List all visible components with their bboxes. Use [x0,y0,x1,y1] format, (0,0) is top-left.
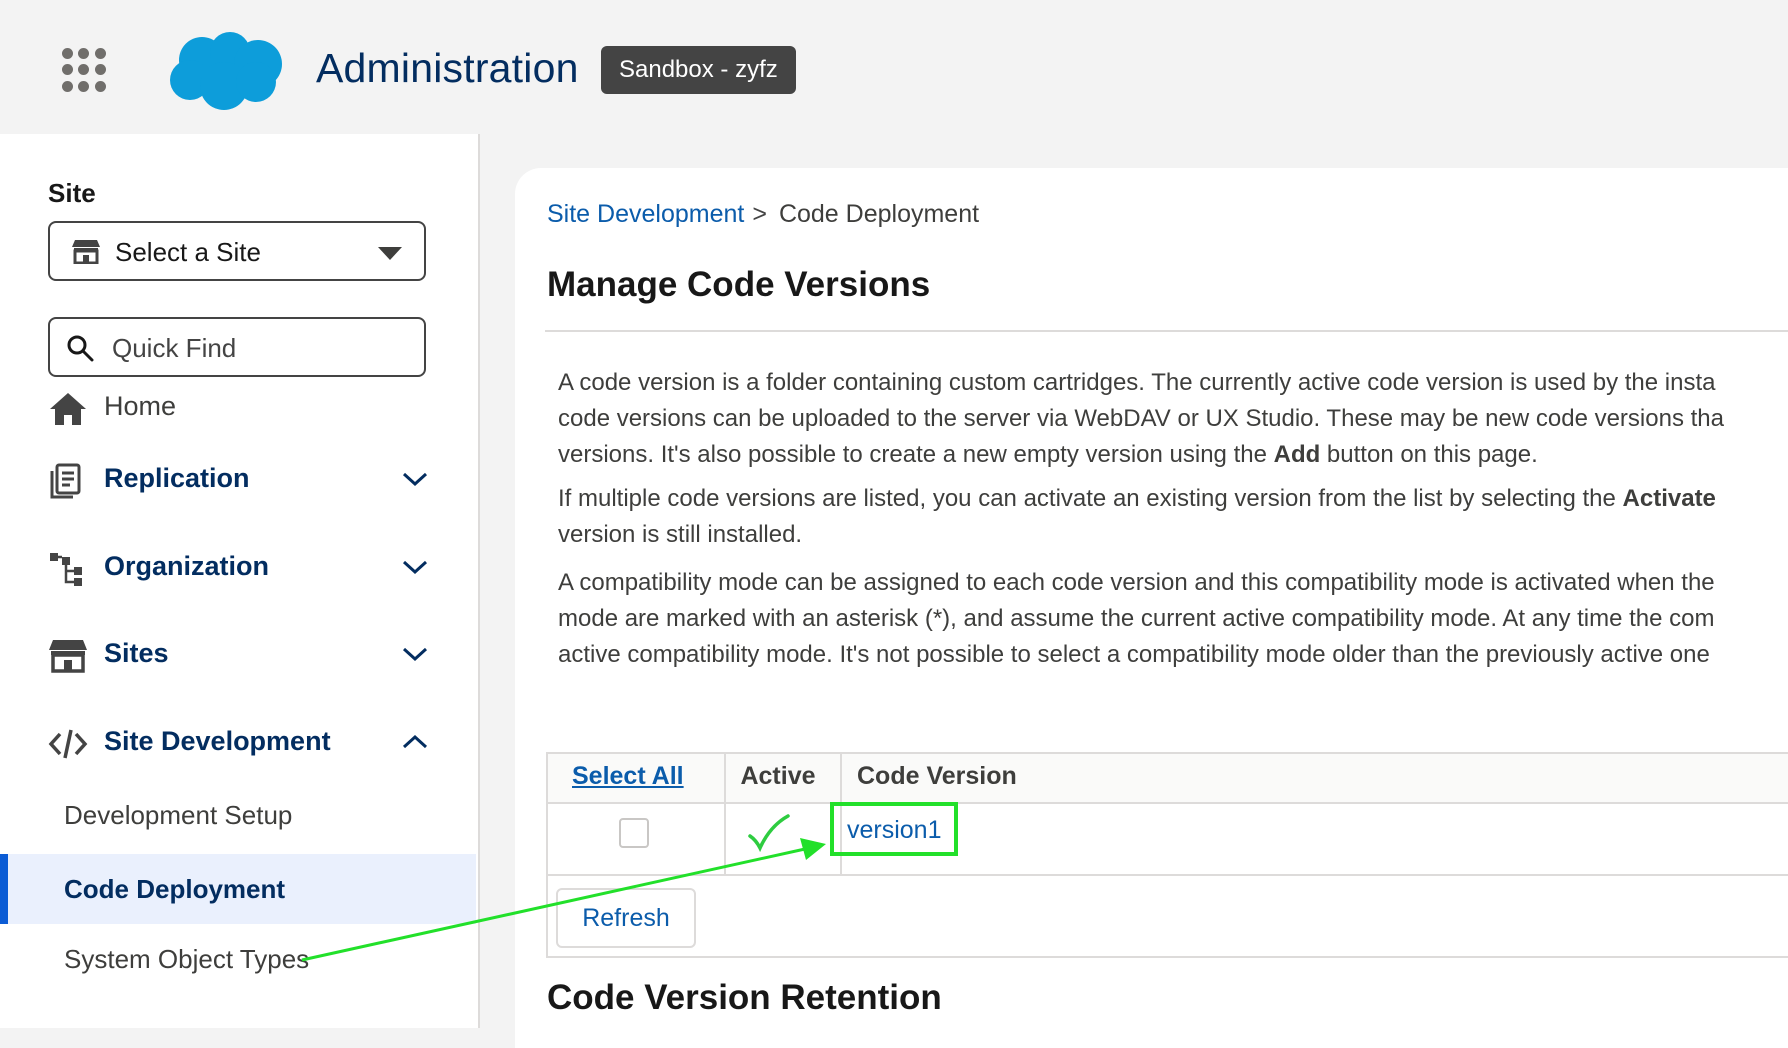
sidebar-item-organization[interactable]: Organization [0,537,476,597]
table-row [548,802,1788,876]
active-indicator [0,854,8,924]
store-icon [72,240,100,264]
chevron-down-icon [402,472,428,487]
store-icon [49,640,87,673]
sidebar-item-label: Replication [104,463,250,493]
sidebar-item-sites[interactable]: Sites [0,624,476,684]
description-paragraph: A compatibility mode can be assigned to … [558,565,1788,673]
description-line: A code version is a folder containing cu… [558,369,1716,396]
home-icon [50,393,86,425]
sidebar-item-label: Home [104,391,177,421]
chevron-down-icon [402,647,428,662]
chevron-down-icon [378,247,402,260]
description-line: A compatibility mode can be assigned to … [558,569,1715,596]
column-header-code-version: Code Version [857,762,1017,790]
chevron-up-icon [402,734,428,749]
replication-icon [50,463,81,499]
sidebar-item-home[interactable]: Home [0,377,476,437]
site-select-value: Select a Site [115,237,261,267]
breadcrumb-link-site-development[interactable]: Site Development [547,200,744,228]
title-divider [545,330,1788,332]
breadcrumb-current: Code Deployment [778,200,980,228]
sidebar-subitem-system-object-types[interactable]: System Object Types [0,924,476,994]
code-icon [48,729,88,759]
column-header-active: Active [740,762,816,790]
org-badge: Sandbox - zyfz [601,46,796,94]
sidebar-subitem-code-deployment[interactable]: Code Deployment [0,854,476,924]
sidebar-subitem-label: Code Deployment [64,874,286,904]
app-launcher-icon[interactable] [62,48,108,94]
quick-find-input[interactable] [110,327,414,369]
annotation-highlight-box [830,802,958,856]
description-line: active compatibility mode. It's not poss… [558,641,1710,668]
quick-find-field[interactable] [48,317,426,377]
description-line: version is still installed. [558,521,803,548]
global-header: Administration Sandbox - zyfz [0,0,1788,134]
sidebar: Site Select a Site Home Re [0,134,480,1028]
breadcrumb-separator: > [752,200,767,228]
refresh-button[interactable]: Refresh [556,888,696,948]
active-check-icon [748,814,790,853]
app-title: Administration [316,45,579,91]
select-all-link[interactable]: Select All [572,762,684,791]
page-title: Manage Code Versions [547,265,931,304]
sidebar-item-site-development[interactable]: Site Development [0,712,476,772]
description-paragraph: If multiple code versions are listed, yo… [558,481,1788,553]
hierarchy-icon [50,553,82,586]
description-paragraph: A code version is a folder containing cu… [558,365,1788,473]
main-content: Site Development > Code Deployment Manage … [515,168,1788,1048]
description-line: versions. It's also possible to create a… [558,441,1538,468]
sidebar-item-replication[interactable]: Replication [0,449,476,509]
sidebar-subitem-development-setup[interactable]: Development Setup [0,780,476,850]
section-title-code-version-retention: Code Version Retention [547,978,942,1017]
sidebar-item-label: Sites [104,638,169,668]
sidebar-item-label: Organization [104,551,270,581]
salesforce-cloud-logo [170,32,282,110]
chevron-down-icon [402,560,428,575]
description-line: If multiple code versions are listed, yo… [558,485,1716,512]
sidebar-item-label: Site Development [104,726,331,756]
site-label: Site [48,178,96,208]
description-line: code versions can be uploaded to the ser… [558,405,1724,432]
site-select[interactable]: Select a Site [48,221,426,281]
code-versions-table: Select All Active Code Version version1 … [546,752,1788,958]
sidebar-subitem-label: Development Setup [64,800,293,830]
description-line: mode are marked with an asterisk (*), an… [558,605,1715,632]
sidebar-subitem-label: System Object Types [64,944,310,974]
breadcrumb: Site Development > Code Deployment [547,200,979,229]
search-icon [67,335,94,362]
row-select-checkbox[interactable] [619,818,649,848]
